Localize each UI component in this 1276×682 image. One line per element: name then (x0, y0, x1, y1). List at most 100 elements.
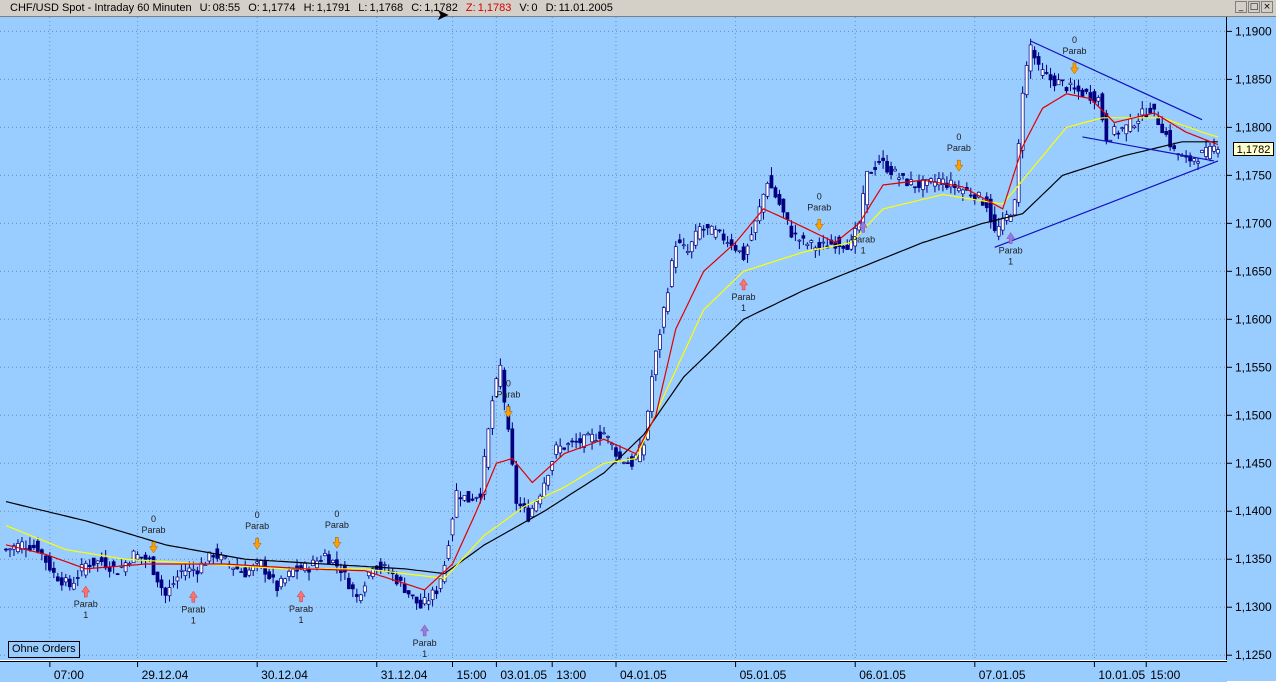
candle-body (1124, 124, 1129, 135)
signal-up-arrow-icon (739, 278, 749, 291)
candle-body (135, 554, 140, 560)
candle-body (211, 555, 216, 558)
candle-body (1112, 126, 1117, 135)
signal-count: 0 (506, 378, 511, 388)
candle-body (147, 557, 152, 560)
candle-body (167, 587, 172, 597)
trendline (1082, 136, 1215, 162)
candle-body (203, 564, 208, 566)
candle-body (765, 182, 770, 197)
candle-body (275, 580, 279, 591)
candle-body (793, 232, 798, 235)
signal-down-arrow-icon (503, 406, 513, 418)
candle-body (1164, 131, 1169, 135)
candle-body (91, 557, 96, 566)
candle-body (303, 563, 307, 571)
candle-body (438, 578, 443, 589)
candle-body (1148, 107, 1153, 114)
candle-body (721, 233, 726, 241)
signal-label: Parab (74, 599, 98, 609)
signal-label: Parab (496, 389, 520, 399)
candle-body (255, 561, 260, 564)
candlestick-chart: 1,1900 1,1850 1,1800 1,1750 1,1700 1,1650 1,16… (0, 17, 1272, 681)
signal-count: 1 (861, 245, 866, 255)
candle-body (642, 444, 646, 456)
candle-body (1072, 87, 1077, 90)
mouse-pointer-icon: ➤ (436, 7, 450, 24)
candle-body (546, 475, 551, 486)
y-tick-label: 1,1550 (1235, 360, 1272, 374)
x-tick-label: 15:00 (457, 668, 487, 681)
x-tick-label: 29.12.04 (142, 668, 189, 681)
candle-body (530, 508, 535, 518)
candle-body (534, 501, 539, 512)
candle-body (713, 229, 718, 238)
ohne-orders-button[interactable]: Ohne Orders (8, 641, 80, 658)
candle-body (725, 242, 730, 245)
candle-body (159, 579, 164, 589)
candle-body (486, 428, 491, 468)
candle-body (315, 560, 319, 569)
candle-body (231, 567, 236, 570)
candle-body (606, 435, 610, 438)
candle-body (127, 563, 132, 565)
candle-body (1192, 158, 1196, 162)
candle-body (1136, 120, 1141, 124)
candle-body (514, 465, 519, 504)
signal-label: Parab (245, 521, 269, 531)
x-tick-label: 15:00 (1150, 668, 1180, 681)
x-tick-label: 07:00 (54, 668, 84, 681)
signal-label: Parab (807, 202, 831, 212)
candle-body (458, 497, 463, 500)
candle-body (590, 433, 594, 443)
candle-body (574, 440, 578, 443)
candle-body (566, 443, 570, 446)
candle-body (1096, 97, 1101, 102)
candle-body (733, 245, 738, 251)
candle-body (685, 251, 690, 253)
candle-body (183, 570, 188, 576)
signal-count: 1 (83, 610, 88, 620)
candle-body (897, 177, 901, 180)
candle-body (602, 432, 606, 435)
signal-count: 1 (741, 303, 746, 313)
candle-body (1064, 87, 1069, 92)
candle-body (48, 555, 52, 571)
candle-body (95, 560, 100, 564)
candle-body (1068, 82, 1073, 86)
candle-body (199, 562, 204, 574)
candle-body (155, 571, 160, 583)
candle-body (103, 557, 108, 569)
candle-body (347, 577, 351, 590)
candle-body (614, 447, 618, 457)
candle-body (781, 198, 786, 213)
x-tick-label: 10.01.05 (1098, 668, 1145, 681)
y-tick-label: 1,1350 (1235, 552, 1272, 566)
candle-body (709, 225, 714, 235)
candle-body (753, 220, 758, 233)
signal-up-arrow-icon (420, 624, 430, 637)
candle-body (55, 576, 60, 582)
candle-body (307, 569, 311, 573)
ma-slow-line (5, 141, 1218, 575)
candle-body (801, 235, 806, 239)
candle-body (1212, 145, 1216, 152)
candle-body (626, 462, 630, 465)
candle-body (319, 560, 323, 562)
candle-body (191, 568, 196, 571)
x-tick-label: 04.01.05 (620, 668, 667, 681)
candle-body (51, 567, 56, 573)
candle-body (195, 570, 200, 575)
candle-body (28, 545, 32, 551)
candle-body (87, 564, 92, 567)
candle-body (422, 597, 427, 605)
signal-down-arrow-icon (149, 541, 158, 554)
candle-body (394, 574, 399, 585)
candle-body (1100, 93, 1105, 121)
signal-label: Parab (181, 604, 205, 614)
candle-body (877, 161, 881, 164)
candle-body (518, 503, 523, 507)
y-tick-label: 1,1650 (1235, 264, 1272, 278)
signal-up-arrow-icon (188, 590, 198, 603)
candle-body (865, 170, 870, 206)
